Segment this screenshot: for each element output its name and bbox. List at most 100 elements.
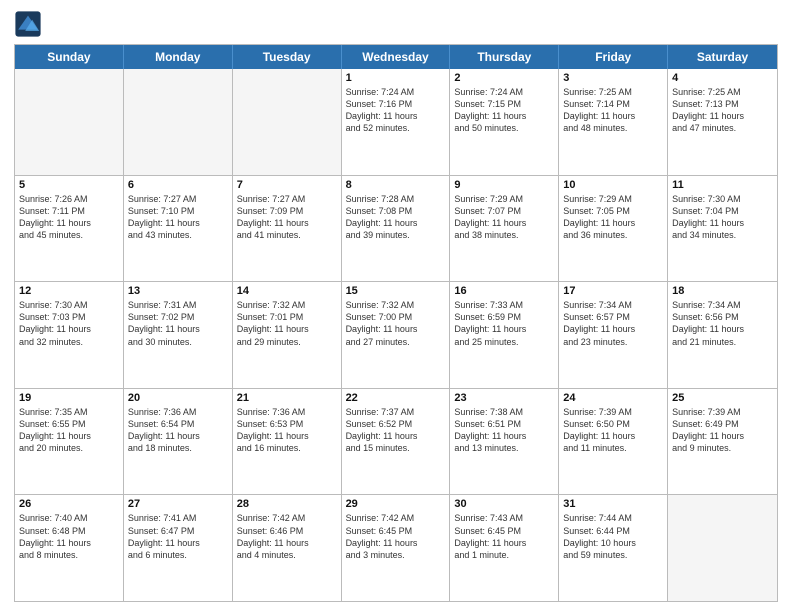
day-header-tuesday: Tuesday <box>233 45 342 69</box>
cell-info: Sunrise: 7:34 AM Sunset: 6:56 PM Dayligh… <box>672 299 773 348</box>
calendar-cell: 30 Sunrise: 7:43 AM Sunset: 6:45 PM Dayli… <box>450 495 559 601</box>
cell-date: 22 <box>346 392 446 404</box>
calendar-cell: 7Sunrise: 7:27 AM Sunset: 7:09 PM Daylig… <box>233 176 342 282</box>
cell-info: Sunrise: 7:43 AM Sunset: 6:45 PM Dayligh… <box>454 512 554 561</box>
day-header-monday: Monday <box>124 45 233 69</box>
cell-info: Sunrise: 7:30 AM Sunset: 7:04 PM Dayligh… <box>672 193 773 242</box>
cell-date: 11 <box>672 179 773 191</box>
calendar-cell: 18Sunrise: 7:34 AM Sunset: 6:56 PM Dayli… <box>668 282 777 388</box>
calendar-cell: 20 Sunrise: 7:36 AM Sunset: 6:54 PM Dayli… <box>124 389 233 495</box>
day-header-wednesday: Wednesday <box>342 45 451 69</box>
logo <box>14 10 46 38</box>
cell-info: Sunrise: 7:25 AM Sunset: 7:13 PM Dayligh… <box>672 86 773 135</box>
cell-info: Sunrise: 7:37 AM Sunset: 6:52 PM Dayligh… <box>346 406 446 455</box>
cell-info: Sunrise: 7:42 AM Sunset: 6:45 PM Dayligh… <box>346 512 446 561</box>
cell-info: Sunrise: 7:27 AM Sunset: 7:10 PM Dayligh… <box>128 193 228 242</box>
cell-date: 27 <box>128 498 228 510</box>
cell-date: 28 <box>237 498 337 510</box>
calendar-cell: 23Sunrise: 7:38 AM Sunset: 6:51 PM Dayli… <box>450 389 559 495</box>
calendar-cell: 26 Sunrise: 7:40 AM Sunset: 6:48 PM Dayli… <box>15 495 124 601</box>
calendar-cell: 13 Sunrise: 7:31 AM Sunset: 7:02 PM Dayli… <box>124 282 233 388</box>
calendar-cell: 24Sunrise: 7:39 AM Sunset: 6:50 PM Dayli… <box>559 389 668 495</box>
cell-date: 13 <box>128 285 228 297</box>
calendar-cell: 2 Sunrise: 7:24 AM Sunset: 7:15 PM Daylig… <box>450 69 559 175</box>
cell-info: Sunrise: 7:42 AM Sunset: 6:46 PM Dayligh… <box>237 512 337 561</box>
calendar-cell: 10 Sunrise: 7:29 AM Sunset: 7:05 PM Dayli… <box>559 176 668 282</box>
cell-date: 5 <box>19 179 119 191</box>
cell-info: Sunrise: 7:35 AM Sunset: 6:55 PM Dayligh… <box>19 406 119 455</box>
calendar-cell: 15 Sunrise: 7:32 AM Sunset: 7:00 PM Dayli… <box>342 282 451 388</box>
cell-date: 17 <box>563 285 663 297</box>
calendar-cell <box>668 495 777 601</box>
calendar-body: 1 Sunrise: 7:24 AM Sunset: 7:16 PM Daylig… <box>15 69 777 601</box>
cell-date: 9 <box>454 179 554 191</box>
calendar-cell: 22 Sunrise: 7:37 AM Sunset: 6:52 PM Dayli… <box>342 389 451 495</box>
cell-date: 1 <box>346 72 446 84</box>
calendar-cell: 27 Sunrise: 7:41 AM Sunset: 6:47 PM Dayli… <box>124 495 233 601</box>
cell-date: 26 <box>19 498 119 510</box>
cell-info: Sunrise: 7:30 AM Sunset: 7:03 PM Dayligh… <box>19 299 119 348</box>
cell-date: 21 <box>237 392 337 404</box>
cell-info: Sunrise: 7:32 AM Sunset: 7:00 PM Dayligh… <box>346 299 446 348</box>
day-header-friday: Friday <box>559 45 668 69</box>
cell-date: 29 <box>346 498 446 510</box>
calendar-row-3: 19 Sunrise: 7:35 AM Sunset: 6:55 PM Dayli… <box>15 388 777 495</box>
cell-info: Sunrise: 7:41 AM Sunset: 6:47 PM Dayligh… <box>128 512 228 561</box>
calendar-cell: 25 Sunrise: 7:39 AM Sunset: 6:49 PM Dayli… <box>668 389 777 495</box>
cell-info: Sunrise: 7:44 AM Sunset: 6:44 PM Dayligh… <box>563 512 663 561</box>
cell-info: Sunrise: 7:26 AM Sunset: 7:11 PM Dayligh… <box>19 193 119 242</box>
cell-date: 31 <box>563 498 663 510</box>
calendar-cell: 16 Sunrise: 7:33 AM Sunset: 6:59 PM Dayli… <box>450 282 559 388</box>
calendar-cell <box>15 69 124 175</box>
calendar-cell <box>233 69 342 175</box>
calendar-cell: 21 Sunrise: 7:36 AM Sunset: 6:53 PM Dayli… <box>233 389 342 495</box>
calendar-cell <box>124 69 233 175</box>
cell-info: Sunrise: 7:40 AM Sunset: 6:48 PM Dayligh… <box>19 512 119 561</box>
calendar-row-1: 5 Sunrise: 7:26 AM Sunset: 7:11 PM Daylig… <box>15 175 777 282</box>
cell-date: 16 <box>454 285 554 297</box>
cell-date: 8 <box>346 179 446 191</box>
calendar-row-2: 12 Sunrise: 7:30 AM Sunset: 7:03 PM Dayli… <box>15 281 777 388</box>
cell-date: 4 <box>672 72 773 84</box>
cell-info: Sunrise: 7:39 AM Sunset: 6:50 PM Dayligh… <box>563 406 663 455</box>
cell-date: 20 <box>128 392 228 404</box>
header <box>14 10 778 38</box>
cell-info: Sunrise: 7:39 AM Sunset: 6:49 PM Dayligh… <box>672 406 773 455</box>
calendar-cell: 29 Sunrise: 7:42 AM Sunset: 6:45 PM Dayli… <box>342 495 451 601</box>
cell-info: Sunrise: 7:25 AM Sunset: 7:14 PM Dayligh… <box>563 86 663 135</box>
cell-date: 7 <box>237 179 337 191</box>
cell-date: 14 <box>237 285 337 297</box>
cell-info: Sunrise: 7:32 AM Sunset: 7:01 PM Dayligh… <box>237 299 337 348</box>
day-header-sunday: Sunday <box>15 45 124 69</box>
cell-info: Sunrise: 7:36 AM Sunset: 6:54 PM Dayligh… <box>128 406 228 455</box>
calendar-cell: 4 Sunrise: 7:25 AM Sunset: 7:13 PM Daylig… <box>668 69 777 175</box>
calendar-cell: 14 Sunrise: 7:32 AM Sunset: 7:01 PM Dayli… <box>233 282 342 388</box>
cell-date: 12 <box>19 285 119 297</box>
calendar-cell: 31 Sunrise: 7:44 AM Sunset: 6:44 PM Dayli… <box>559 495 668 601</box>
cell-info: Sunrise: 7:36 AM Sunset: 6:53 PM Dayligh… <box>237 406 337 455</box>
day-headers: SundayMondayTuesdayWednesdayThursdayFrid… <box>15 45 777 69</box>
cell-date: 30 <box>454 498 554 510</box>
calendar: SundayMondayTuesdayWednesdayThursdayFrid… <box>14 44 778 602</box>
cell-info: Sunrise: 7:34 AM Sunset: 6:57 PM Dayligh… <box>563 299 663 348</box>
cell-date: 19 <box>19 392 119 404</box>
logo-icon <box>14 10 42 38</box>
day-header-thursday: Thursday <box>450 45 559 69</box>
calendar-cell: 5 Sunrise: 7:26 AM Sunset: 7:11 PM Daylig… <box>15 176 124 282</box>
cell-date: 6 <box>128 179 228 191</box>
cell-info: Sunrise: 7:29 AM Sunset: 7:05 PM Dayligh… <box>563 193 663 242</box>
cell-info: Sunrise: 7:24 AM Sunset: 7:16 PM Dayligh… <box>346 86 446 135</box>
cell-date: 2 <box>454 72 554 84</box>
calendar-cell: 8Sunrise: 7:28 AM Sunset: 7:08 PM Daylig… <box>342 176 451 282</box>
cell-date: 15 <box>346 285 446 297</box>
calendar-cell: 11 Sunrise: 7:30 AM Sunset: 7:04 PM Dayli… <box>668 176 777 282</box>
cell-info: Sunrise: 7:24 AM Sunset: 7:15 PM Dayligh… <box>454 86 554 135</box>
cell-info: Sunrise: 7:31 AM Sunset: 7:02 PM Dayligh… <box>128 299 228 348</box>
calendar-cell: 12 Sunrise: 7:30 AM Sunset: 7:03 PM Dayli… <box>15 282 124 388</box>
day-header-saturday: Saturday <box>668 45 777 69</box>
cell-info: Sunrise: 7:33 AM Sunset: 6:59 PM Dayligh… <box>454 299 554 348</box>
cell-date: 10 <box>563 179 663 191</box>
page: SundayMondayTuesdayWednesdayThursdayFrid… <box>0 0 792 612</box>
cell-date: 25 <box>672 392 773 404</box>
cell-info: Sunrise: 7:38 AM Sunset: 6:51 PM Dayligh… <box>454 406 554 455</box>
